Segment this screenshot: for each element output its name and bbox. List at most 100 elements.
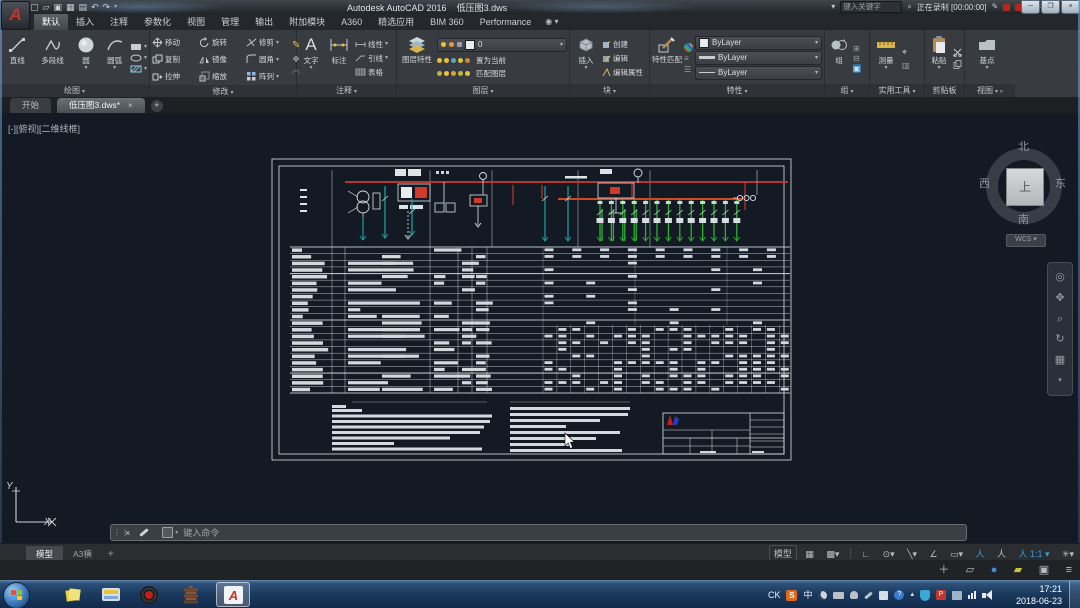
command-close-icon[interactable]: × [125, 528, 130, 538]
viewcube-top-face[interactable]: 上 [1006, 168, 1044, 206]
tool-line[interactable]: 直线 [2, 32, 32, 84]
command-line[interactable]: ⋮⋮ × ▾ 键入命令 [110, 524, 967, 541]
hatch-tool-icon[interactable]: ▾ [130, 65, 147, 73]
tool-table[interactable]: 表格 [355, 67, 388, 78]
panel-label-block[interactable]: 块▾ [570, 84, 649, 97]
fullscreen-icon[interactable]: ▣ [1033, 560, 1055, 580]
tool-linear[interactable]: 线性▾ [355, 39, 388, 50]
viewcube-north-label[interactable]: 北 [1018, 138, 1029, 154]
tool-text[interactable]: A 文字 ▾ [299, 32, 323, 84]
ribbon-tab-视图[interactable]: 视图 [179, 14, 213, 30]
print-icon[interactable]: ▤ [78, 2, 87, 12]
tool-paste[interactable]: 粘贴 ▾ [927, 32, 951, 84]
layout-tab-add[interactable]: + [102, 549, 120, 560]
tool-measure[interactable]: 测量 ▾ [872, 32, 900, 84]
start-button[interactable] [3, 582, 30, 608]
panel-label-clipboard[interactable]: 剪贴板 [925, 84, 964, 97]
zoom-icon[interactable]: ⌕ [1057, 313, 1063, 325]
taskbar-app-explorer[interactable] [94, 582, 128, 607]
wcs-dropdown[interactable]: WCS ▾ [1006, 234, 1046, 247]
viewcube-east-label[interactable]: 东 [1055, 175, 1066, 191]
pen-icon[interactable]: ✎ [992, 2, 999, 12]
clean-screen-icon[interactable]: ▱ [960, 560, 980, 580]
tray-ck[interactable]: CK [768, 590, 781, 600]
color-wheel-icon[interactable] [684, 43, 693, 52]
color-dropdown[interactable]: ByLayer▾ [695, 36, 822, 50]
ribbon-tab-注释[interactable]: 注释 [102, 14, 136, 30]
tool-mirror[interactable]: 镜像 [199, 51, 246, 68]
tool-match-properties[interactable]: 特性匹配 [652, 32, 682, 84]
group-edit-icon[interactable]: ⊟ [853, 54, 861, 63]
file-tab-document[interactable]: 低压图3.dws*× [57, 98, 145, 113]
steering-wheel-icon[interactable]: ◎ [1055, 271, 1065, 283]
ribbon-tab-参数化[interactable]: 参数化 [136, 14, 179, 30]
ribbon-tab-A360[interactable]: A360 [333, 14, 370, 30]
drawing-canvas[interactable] [0, 113, 1080, 543]
restore-button[interactable]: ❐ [1041, 0, 1060, 14]
taskbar-app-notes[interactable] [56, 582, 90, 607]
viewcube-south-label[interactable]: 南 [1018, 211, 1029, 227]
tool-block-edit[interactable]: 编辑 [602, 53, 643, 64]
taskbar-app-recorder[interactable] [132, 582, 166, 607]
tool-move[interactable]: 移动 [152, 34, 199, 51]
tool-rotate[interactable]: 旋转 [199, 34, 246, 51]
editor-tray-icon[interactable] [879, 591, 888, 600]
panel-label-view[interactable]: 视图▾ » [965, 84, 1015, 97]
ime-icon[interactable]: 中 [803, 590, 812, 600]
taskbar-app-autocad[interactable]: A [216, 582, 250, 607]
customize-icon[interactable]: ≡ [1060, 560, 1078, 580]
show-desktop-button[interactable] [1069, 581, 1080, 608]
ribbon-tab-插入[interactable]: 插入 [68, 14, 102, 30]
group-select-icon[interactable]: ▣ [853, 64, 861, 73]
wrench-tray-icon[interactable] [865, 591, 874, 599]
ungroup-icon[interactable]: ⊞ [853, 44, 861, 53]
moon-icon[interactable] [818, 591, 827, 600]
qat-dropdown-icon[interactable]: ▾ [114, 2, 117, 12]
new-icon[interactable]: ▢ [30, 2, 39, 12]
taskbar-app-pagoda[interactable] [174, 582, 208, 607]
taskbar-clock[interactable]: 17:21 2018-06-23 [996, 583, 1062, 607]
tool-array[interactable]: 阵列▾ [246, 68, 290, 85]
tool-copy[interactable]: 复制 [152, 51, 199, 68]
search-dropdown-icon[interactable]: ▾ [831, 2, 835, 12]
linetype-dropdown[interactable]: ByLayer▾ [695, 66, 822, 80]
ribbon-tab-默认[interactable]: 默认 [34, 14, 68, 30]
ribbon-tab-附加模块[interactable]: 附加模块 [281, 14, 333, 30]
layer-dropdown[interactable]: 0 ▾ [437, 38, 567, 52]
command-wrench-icon[interactable] [139, 528, 149, 537]
cut-icon[interactable] [953, 48, 962, 57]
save-as-icon[interactable]: ▦ [66, 2, 75, 12]
tool-fillet[interactable]: 圆角▾ [246, 51, 290, 68]
hardware-accel-icon[interactable]: ● [985, 560, 1004, 580]
showmotion-icon[interactable]: ▦ [1055, 354, 1065, 366]
match-layer-button[interactable]: 匹配图层 [476, 68, 506, 79]
set-current-button[interactable]: 置为当前 [476, 55, 506, 66]
isolate-icon[interactable]: ＋ [932, 560, 955, 580]
orbit-icon[interactable]: ↻ [1055, 333, 1064, 345]
panel-label-draw[interactable]: 绘图▾ [0, 84, 149, 97]
tool-dimension[interactable]: 标注 [325, 32, 353, 84]
help-tray-icon[interactable]: ? [894, 590, 904, 600]
user-icon[interactable] [850, 591, 858, 599]
copy-clip-icon[interactable] [953, 60, 962, 69]
tool-leader[interactable]: 引线▾ [355, 53, 388, 64]
file-tab-close-icon[interactable]: × [128, 101, 133, 110]
file-tab-start[interactable]: 开始 [10, 98, 51, 113]
lineweight-dropdown[interactable]: ByLayer▾ [695, 51, 822, 65]
ribbon-display-toggle-icon[interactable]: ◉ ▾ [545, 14, 558, 30]
ribbon-tab-精选应用[interactable]: 精选应用 [370, 14, 422, 30]
tool-circle[interactable]: 圆 ▾ [73, 32, 100, 84]
tool-base-point[interactable]: 基点 ▾ [967, 32, 1007, 84]
viewcube-west-label[interactable]: 西 [979, 175, 990, 191]
sogou-icon[interactable]: S [786, 590, 797, 601]
ribbon-tab-输出[interactable]: 输出 [247, 14, 281, 30]
network-icon[interactable] [968, 591, 976, 599]
navbar-more-icon[interactable]: ▾ [1058, 375, 1062, 387]
viewcube[interactable]: 上 北 南 西 东 WCS ▾ [975, 135, 1075, 250]
tool-stretch[interactable]: 拉伸 [152, 68, 199, 85]
tool-layer-properties[interactable]: 图层特性 [399, 32, 435, 84]
tool-trim[interactable]: 修剪▾ [246, 34, 290, 51]
tool-polyline[interactable]: 多段线 [34, 32, 70, 84]
navigation-bar[interactable]: ◎ ✥ ⌕ ↻ ▦ ▾ [1047, 262, 1073, 396]
new-tab-button[interactable]: + [151, 100, 163, 112]
